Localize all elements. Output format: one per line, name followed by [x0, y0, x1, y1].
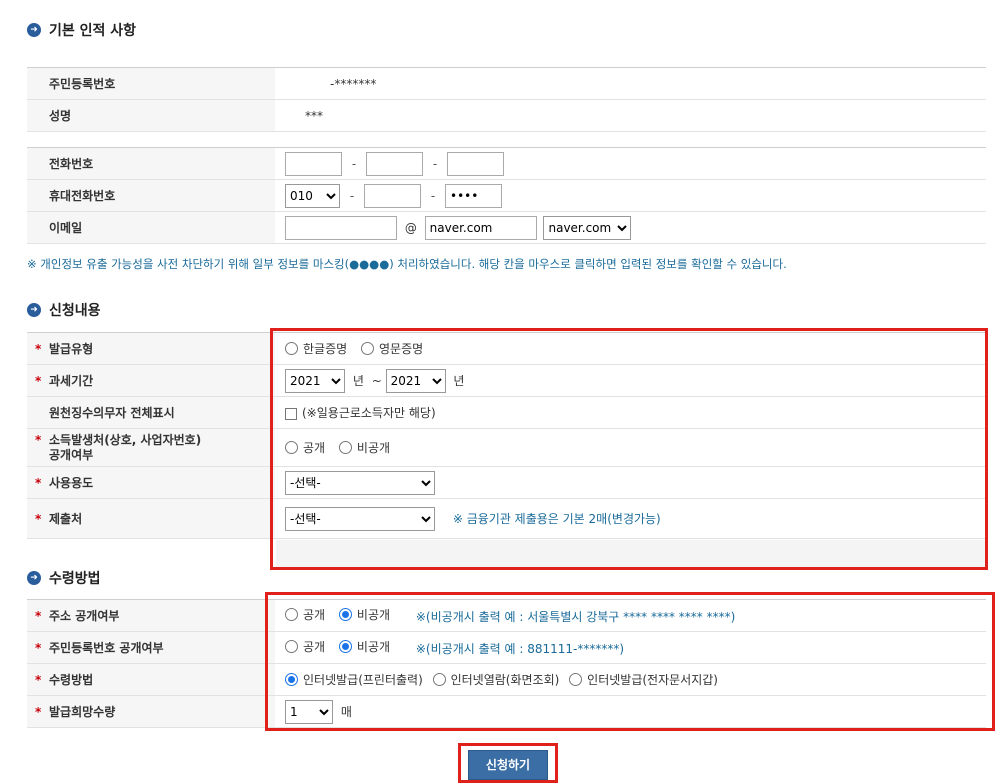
row-usage: * 사용용도 -선택- — [27, 466, 986, 499]
contact-table: 전화번호 - - 휴대전화번호 010 - - 이메일 @ naver.com — [27, 147, 986, 244]
row-method: * 수령방법 인터넷발급(프린터출력) 인터넷열람(화면조회) 인터넷발급(전자문… — [27, 663, 986, 696]
name-value: *** — [305, 108, 323, 123]
income-label-1: 소득발생처(상호, 사업자번호) — [49, 432, 202, 447]
withholding-checkbox[interactable] — [285, 407, 297, 420]
usage-label: 사용용도 — [49, 476, 94, 490]
row-phone: 전화번호 - - — [27, 147, 986, 180]
ssn-public-radio[interactable]: 공개 — [285, 638, 325, 655]
row-mobile: 휴대전화번호 010 - - — [27, 179, 986, 212]
email-id-field[interactable] — [285, 215, 397, 240]
mobile-field-3[interactable] — [445, 183, 502, 208]
mobile-prefix-select[interactable]: 010 — [285, 183, 340, 208]
row-name: 성명 *** — [27, 99, 986, 132]
section-title-receive: ➜ 수령방법 — [27, 568, 101, 588]
mobile-label: 휴대전화번호 — [27, 179, 275, 212]
email-domain-field[interactable] — [424, 215, 537, 240]
ssn-value: -******* — [330, 76, 377, 91]
basic-info-table: 주민등록번호 -******* 성명 *** — [27, 67, 986, 132]
phone-field-2[interactable] — [366, 151, 423, 176]
issue-type-label: 발급유형 — [49, 342, 94, 356]
section-title-basic: ➜ 기본 인적 사항 — [27, 20, 136, 40]
apply-table-filler — [276, 540, 986, 568]
issue-type-english-radio[interactable]: 영문증명 — [361, 340, 423, 357]
addr-public-radio[interactable]: 공개 — [285, 606, 325, 623]
receive-table: * 주소 공개여부 공개 비공개 ※(비공개시 출력 예 : 서울특별시 강북구 … — [27, 599, 986, 728]
apply-submit-button[interactable]: 신청하기 — [468, 750, 548, 780]
email-label: 이메일 — [27, 211, 275, 244]
period-label: 과세기간 — [49, 374, 94, 388]
usage-select[interactable]: -선택- — [285, 470, 435, 495]
row-ssn-disclose: * 주민등록번호 공개여부 공개 비공개 ※(비공개시 출력 예 : 881111… — [27, 631, 986, 664]
income-label-2: 공개여부 — [49, 447, 94, 462]
name-label: 성명 — [27, 99, 275, 132]
phone-field-3[interactable] — [447, 151, 504, 176]
period-from-select[interactable]: 2021 — [285, 368, 345, 393]
row-email: 이메일 @ naver.com — [27, 211, 986, 244]
income-private-radio[interactable]: 비공개 — [338, 439, 390, 456]
issue-type-korean-radio[interactable]: 한글증명 — [285, 340, 347, 357]
row-issue-type: * 발급유형 한글증명 영문증명 — [27, 332, 986, 365]
masking-notice: ※ 개인정보 유출 가능성을 사전 차단하기 위해 일부 정보를 마스킹(●●●… — [27, 257, 787, 271]
period-to-select[interactable]: 2021 — [385, 368, 446, 393]
qty-select[interactable]: 1 — [285, 699, 333, 724]
method-wallet-radio[interactable]: 인터넷발급(전자문서지갑) — [569, 671, 718, 688]
addr-note: ※(비공개시 출력 예 : 서울특별시 강북구 **** **** **** *… — [415, 610, 736, 624]
method-label: 수령방법 — [49, 673, 94, 687]
addr-private-radio[interactable]: 비공개 — [338, 606, 390, 623]
row-qty: * 발급희망수량 1 매 — [27, 695, 986, 728]
submit-to-note: ※ 금융기관 제출용은 기본 2매(변경가능) — [452, 511, 661, 526]
arrow-right-icon: ➜ — [27, 303, 41, 317]
ssn-private-radio[interactable]: 비공개 — [338, 638, 390, 655]
submit-to-select[interactable]: -선택- — [285, 506, 435, 531]
row-ssn: 주민등록번호 -******* — [27, 67, 986, 100]
method-print-radio[interactable]: 인터넷발급(프린터출력) — [285, 671, 423, 688]
row-submit-to: * 제출처 -선택- ※ 금융기관 제출용은 기본 2매(변경가능) — [27, 498, 986, 539]
row-addr-disclose: * 주소 공개여부 공개 비공개 ※(비공개시 출력 예 : 서울특별시 강북구 … — [27, 599, 986, 632]
apply-table: * 발급유형 한글증명 영문증명 * 과세기간 2021 년 ~ 2021 년 원천… — [27, 332, 986, 539]
row-withholding: 원천징수의무자 전체표시 (※일용근로소득자만 해당) — [27, 396, 986, 429]
row-period: * 과세기간 2021 년 ~ 2021 년 — [27, 364, 986, 397]
ssn-label: 주민등록번호 — [27, 67, 275, 100]
mobile-field-2[interactable] — [364, 183, 421, 208]
phone-field-1[interactable] — [285, 151, 342, 176]
ssn-note: ※(비공개시 출력 예 : 881111-*******) — [415, 642, 625, 656]
qty-label: 발급희망수량 — [49, 705, 116, 719]
section-title-apply: ➜ 신청내용 — [27, 300, 101, 320]
submit-to-label: 제출처 — [49, 512, 83, 526]
email-domain-select[interactable]: naver.com — [543, 215, 632, 240]
withholding-label: 원천징수의무자 전체표시 — [27, 396, 275, 429]
ssn-disclose-label: 주민등록번호 공개여부 — [49, 641, 164, 655]
method-view-radio[interactable]: 인터넷열람(화면조회) — [432, 671, 559, 688]
addr-label: 주소 공개여부 — [49, 609, 120, 623]
phone-label: 전화번호 — [27, 147, 275, 180]
row-income-disclose: * 소득발생처(상호, 사업자번호) 공개여부 공개 비공개 — [27, 428, 986, 467]
arrow-right-icon: ➜ — [27, 23, 41, 37]
arrow-right-icon: ➜ — [27, 571, 41, 585]
income-public-radio[interactable]: 공개 — [285, 439, 325, 456]
